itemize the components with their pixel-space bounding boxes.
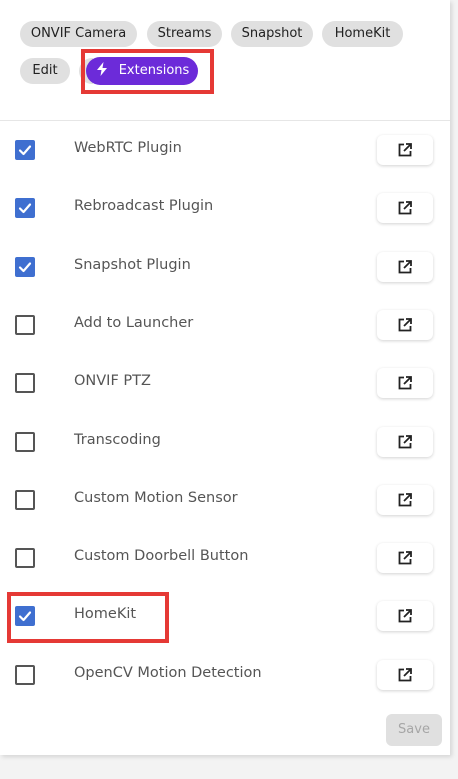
open-in-new-icon bbox=[398, 317, 412, 332]
extension-row-onvif-ptz: ONVIF PTZ bbox=[0, 354, 450, 412]
extension-label: HomeKit bbox=[74, 606, 137, 623]
save-button[interactable]: Save bbox=[386, 714, 442, 746]
extension-label: Snapshot Plugin bbox=[74, 256, 191, 273]
extension-checkbox[interactable] bbox=[15, 606, 35, 627]
extensions-card: ONVIF Camera Streams Snapshot HomeKit Ed… bbox=[0, 0, 450, 755]
extension-row-webrtc-plugin: WebRTC Plugin bbox=[0, 121, 450, 179]
extension-checkbox[interactable] bbox=[15, 140, 35, 160]
extension-checkbox[interactable] bbox=[15, 256, 35, 277]
open-extension-button[interactable] bbox=[377, 601, 433, 632]
extension-row-homekit: HomeKit bbox=[0, 587, 450, 645]
tab-extensions-label: Extensions bbox=[118, 63, 190, 78]
tab-onvif-camera[interactable]: ONVIF Camera bbox=[20, 21, 137, 47]
open-in-new-icon bbox=[398, 434, 412, 448]
extension-label: Rebroadcast Plugin bbox=[74, 198, 214, 215]
tab-homekit[interactable]: HomeKit bbox=[322, 21, 403, 47]
tab-extensions[interactable]: Extensions bbox=[86, 57, 198, 85]
extension-label: Add to Launcher bbox=[74, 314, 194, 331]
open-in-new-icon bbox=[398, 376, 412, 390]
extension-label: WebRTC Plugin bbox=[74, 140, 182, 156]
extension-row-custom-doorbell-button: Custom Doorbell Button bbox=[0, 529, 450, 587]
extension-label: Transcoding bbox=[74, 431, 161, 448]
checkmark-icon bbox=[18, 203, 32, 214]
open-in-new-icon bbox=[398, 609, 412, 623]
open-extension-button[interactable] bbox=[377, 484, 433, 515]
open-extension-button[interactable] bbox=[377, 368, 433, 399]
open-extension-button[interactable] bbox=[377, 135, 433, 165]
open-in-new-icon bbox=[398, 492, 412, 507]
tab-snapshot[interactable]: Snapshot bbox=[231, 21, 313, 47]
bolt-icon bbox=[96, 62, 107, 76]
checkmark-icon bbox=[18, 611, 32, 622]
extension-label: Custom Doorbell Button bbox=[74, 548, 249, 565]
extension-row-transcoding: Transcoding bbox=[0, 413, 450, 471]
extension-checkbox[interactable] bbox=[15, 198, 35, 219]
extension-checkbox[interactable] bbox=[15, 431, 35, 452]
page: ONVIF Camera Streams Snapshot HomeKit Ed… bbox=[0, 0, 458, 779]
extension-checkbox[interactable] bbox=[15, 664, 35, 685]
open-in-new-icon bbox=[398, 259, 412, 273]
extension-checkbox[interactable] bbox=[15, 489, 35, 510]
open-in-new-icon bbox=[398, 667, 412, 682]
extension-row-rebroadcast-plugin: Rebroadcast Plugin bbox=[0, 179, 450, 237]
open-extension-button[interactable] bbox=[377, 543, 433, 574]
open-extension-button[interactable] bbox=[377, 426, 433, 457]
extension-label: OpenCV Motion Detection bbox=[74, 664, 262, 681]
open-extension-button[interactable] bbox=[377, 251, 433, 282]
open-extension-button[interactable] bbox=[377, 309, 433, 340]
checkmark-icon bbox=[18, 261, 32, 272]
checkmark-icon bbox=[18, 145, 32, 156]
extension-label: Custom Motion Sensor bbox=[74, 489, 238, 506]
extension-label: ONVIF PTZ bbox=[74, 373, 151, 390]
extension-checkbox[interactable] bbox=[15, 314, 35, 335]
extension-row-opencv-motion-detection: OpenCV Motion Detection bbox=[0, 646, 450, 704]
open-in-new-icon bbox=[398, 201, 412, 215]
tab-edit[interactable]: Edit bbox=[20, 58, 70, 84]
tab-streams[interactable]: Streams bbox=[147, 21, 222, 47]
extension-row-snapshot-plugin: Snapshot Plugin bbox=[0, 238, 450, 296]
open-in-new-icon bbox=[398, 551, 412, 565]
extension-row-add-to-launcher: Add to Launcher bbox=[0, 296, 450, 354]
open-in-new-icon bbox=[398, 143, 412, 157]
open-extension-button[interactable] bbox=[377, 193, 433, 224]
open-extension-button[interactable] bbox=[377, 659, 433, 690]
extension-checkbox[interactable] bbox=[15, 373, 35, 394]
extension-checkbox[interactable] bbox=[15, 548, 35, 569]
extension-row-custom-motion-sensor: Custom Motion Sensor bbox=[0, 471, 450, 529]
